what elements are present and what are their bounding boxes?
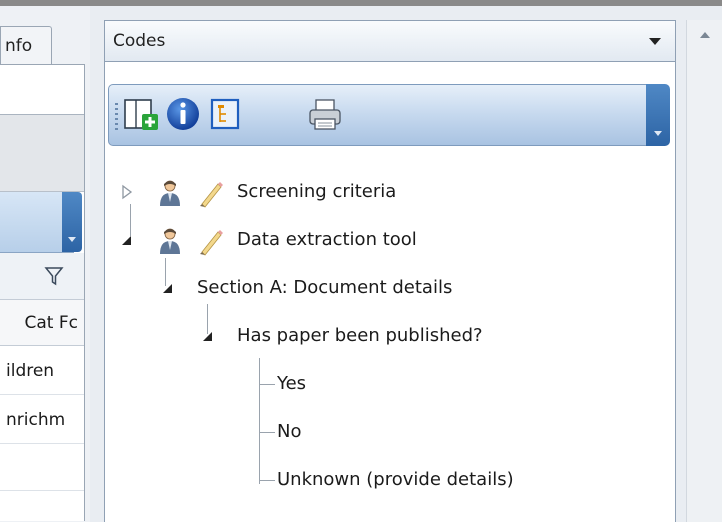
- tree-item-data-extraction-tool[interactable]: Data extraction tool: [237, 228, 417, 252]
- tree-connector: [259, 384, 275, 385]
- left-toolbar-area: [0, 115, 84, 192]
- tree-item-no[interactable]: No: [277, 420, 301, 444]
- add-code-set-button[interactable]: [122, 94, 160, 134]
- vertical-scrollbar[interactable]: [686, 20, 722, 522]
- codes-dropdown-label: Codes: [113, 31, 166, 51]
- filter-icon[interactable]: [44, 265, 64, 287]
- collapse-arrow-icon[interactable]: [200, 329, 214, 343]
- toolbar-overflow-button[interactable]: [646, 84, 670, 146]
- info-button[interactable]: [164, 94, 202, 134]
- tree-connector: [259, 480, 275, 481]
- collapse-arrow-icon[interactable]: [119, 233, 133, 247]
- tab-info[interactable]: nfo: [0, 26, 52, 64]
- user-icon: [160, 180, 180, 206]
- codes-dropdown[interactable]: Codes: [104, 20, 676, 62]
- user-icon: [160, 228, 180, 254]
- add-code-set-icon: [124, 99, 158, 130]
- scroll-up-icon[interactable]: [700, 32, 710, 38]
- tree-connector: [259, 432, 275, 433]
- print-button[interactable]: [306, 94, 344, 134]
- tree-item-has-paper-been-published[interactable]: Has paper been published?: [237, 324, 483, 348]
- expand-arrow-icon[interactable]: [120, 184, 134, 200]
- table-row[interactable]: ildren: [0, 347, 84, 395]
- table-row[interactable]: [0, 445, 84, 491]
- tree-item-unknown[interactable]: Unknown (provide details): [277, 468, 514, 492]
- toolbar-grip[interactable]: [115, 103, 118, 131]
- left-toolbar-overflow-button[interactable]: [62, 192, 82, 252]
- tree-connector: [259, 358, 260, 484]
- tree-item-section-a[interactable]: Section A: Document details: [197, 276, 452, 300]
- tree-item-screening-criteria[interactable]: Screening criteria: [237, 180, 396, 204]
- left-filter-row: [0, 253, 84, 300]
- tree-item-yes[interactable]: Yes: [277, 372, 306, 396]
- window-top-border: [0, 0, 722, 6]
- tree-view-button[interactable]: [206, 94, 244, 134]
- column-header-cat[interactable]: Cat Fc: [0, 300, 84, 346]
- tree-connector: [130, 204, 131, 236]
- pencil-icon: [200, 182, 223, 208]
- tree-view-icon: [210, 98, 240, 130]
- table-row[interactable]: nrichm: [0, 396, 84, 444]
- collapse-arrow-icon[interactable]: [160, 281, 174, 295]
- chevron-down-icon: [649, 38, 661, 45]
- info-icon: [167, 98, 199, 130]
- print-icon: [309, 99, 341, 130]
- left-search-field[interactable]: [0, 74, 84, 115]
- pencil-icon: [200, 230, 223, 256]
